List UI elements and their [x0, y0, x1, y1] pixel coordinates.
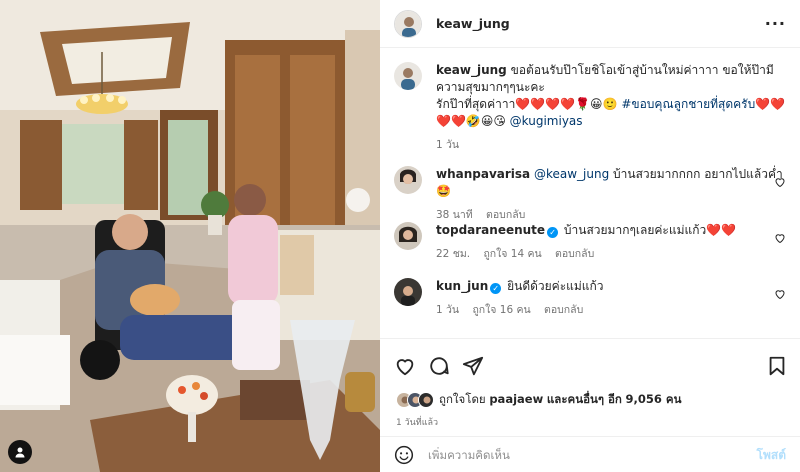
caption-time: 1 วัน [436, 139, 460, 151]
comment-reply-button[interactable]: ตอบกลับ [544, 304, 583, 316]
caption-avatar[interactable] [394, 62, 422, 90]
post-actions: ถูกใจโดย paajaew และคนอื่นๆ อีก 9,056 คน… [380, 338, 800, 436]
commenter-username[interactable]: kun_jun [436, 279, 488, 293]
caption-hashtag[interactable]: #ขอบคุณลูกชายที่สุดครับ [621, 97, 755, 111]
post-header: keaw_jung ··· [380, 0, 800, 48]
smiley-icon[interactable] [394, 445, 414, 465]
likes-count[interactable]: 9,056 คน [626, 392, 682, 406]
commenter-avatar[interactable] [394, 278, 422, 306]
photo-illustration [0, 0, 380, 472]
commenter-avatar[interactable] [394, 166, 422, 194]
likes-summary[interactable]: ถูกใจโดย paajaew และคนอื่นๆ อีก 9,056 คน [396, 391, 681, 409]
person-tag-icon [15, 447, 25, 458]
comment-reply-button[interactable]: ตอบกลับ [486, 209, 525, 221]
post-comment-button[interactable]: โพสต์ [757, 446, 786, 465]
comment-time: 1 วัน [436, 304, 460, 316]
commenter-avatar[interactable] [394, 222, 422, 250]
comment-item: whanpavarisa @keaw_jung บ้านสวยมากกกก อย… [394, 166, 786, 223]
author-username[interactable]: keaw_jung [436, 16, 510, 31]
heart-icon[interactable] [394, 355, 416, 377]
author-avatar[interactable] [394, 10, 422, 38]
caption-username[interactable]: keaw_jung [436, 63, 507, 77]
comment-item: topdaraneenute ✓ บ้านสวยมากๆเลยค่ะแม่แก้ว… [394, 222, 786, 262]
comment-input[interactable] [428, 446, 728, 464]
comment-mention[interactable]: @keaw_jung [534, 167, 609, 181]
heart-icon[interactable] [774, 288, 786, 300]
bookmark-icon[interactable] [766, 355, 788, 377]
verified-badge-icon: ✓ [547, 227, 559, 238]
comment-time: 22 ชม. [436, 248, 471, 260]
comment-reply-button[interactable]: ตอบกลับ [555, 248, 594, 260]
comment-bubble-icon[interactable] [428, 355, 450, 377]
tag-people-button[interactable] [8, 440, 32, 464]
comment-likes[interactable]: ถูกใจ 14 คน [483, 248, 541, 260]
comment-time: 38 นาที [436, 209, 473, 221]
comment-text: ยินดีด้วยค่ะแม่แก้ว [507, 279, 604, 293]
comment-item: kun_jun ✓ ยินดีด้วยค่ะแม่แก้ว 1 วัน ถูกใจ… [394, 278, 786, 318]
heart-icon[interactable] [774, 232, 786, 244]
heart-icon[interactable] [774, 176, 786, 188]
liker-username[interactable]: paajaew [489, 392, 543, 406]
comment-text: บ้านสวยมากๆเลยค่ะแม่แก้ว❤️❤️ [563, 223, 737, 237]
add-comment-bar: โพสต์ [380, 436, 800, 472]
post-timestamp[interactable]: 1 วันที่แล้ว [396, 415, 438, 429]
more-horizontal-icon: ··· [764, 14, 786, 33]
commenter-username[interactable]: topdaraneenute [436, 223, 545, 237]
verified-badge-icon: ✓ [490, 283, 502, 294]
more-options-button[interactable]: ··· [765, 14, 786, 33]
paper-plane-icon[interactable] [462, 355, 484, 377]
commenter-username[interactable]: whanpavarisa [436, 167, 530, 181]
liker-avatar [418, 392, 434, 408]
comments-list[interactable]: keaw_jung ขอต้อนรับป๊าโยชิโอเข้าสู่บ้านใ… [380, 48, 800, 338]
comment-likes[interactable]: ถูกใจ 16 คน [472, 304, 530, 316]
caption-meta: 1 วัน [436, 136, 786, 153]
caption-text: keaw_jung ขอต้อนรับป๊าโยชิโอเข้าสู่บ้านใ… [436, 63, 786, 128]
caption: keaw_jung ขอต้อนรับป๊าโยชิโอเข้าสู่บ้านใ… [394, 62, 786, 153]
post-sidebar: keaw_jung ··· keaw_jung ขอต้อนรับป๊าโยชิ… [380, 0, 800, 472]
caption-mention[interactable]: @kugimiyas [510, 114, 583, 128]
post-photo[interactable] [0, 0, 380, 472]
